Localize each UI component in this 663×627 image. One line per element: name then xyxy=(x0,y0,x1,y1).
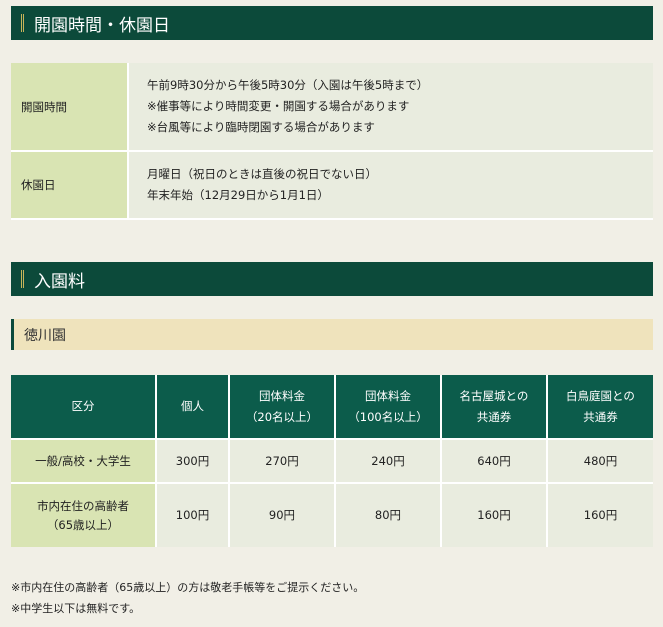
row-value: 月曜日（祝日のときは直後の祝日でない日） 年末年始（12月29日から1月1日） xyxy=(128,151,653,220)
fee-cell: 160円 xyxy=(441,482,548,547)
note-line: ※市内在住の高齢者（65歳以上）の方は敬老手帳等をご提示ください。 xyxy=(11,581,365,594)
section-heading-fees: 入園料 xyxy=(11,262,653,296)
column-header: 区分 xyxy=(11,375,157,439)
row-label: 開園時間 xyxy=(11,63,129,152)
section-title: 開園時間・休園日 xyxy=(34,15,170,36)
row-value: 午前9時30分から午後5時30分（入園は午後5時まで） ※催事等により時間変更・… xyxy=(128,63,653,152)
subheading-accent-icon xyxy=(11,319,14,350)
value-line: 午前9時30分から午後5時30分（入園は午後5時まで） xyxy=(147,78,429,92)
column-header: 個人 xyxy=(156,375,230,439)
heading-accent-icon xyxy=(21,14,24,32)
fees-table: 区分 個人 団体料金 （20名以上） 団体料金 （100名以上） 名古屋城との 共通券… xyxy=(11,375,653,547)
garden-subheading: 徳川園 xyxy=(11,319,653,350)
hours-table: 開園時間 午前9時30分から午後5時30分（入園は午後5時まで） ※催事等により… xyxy=(11,63,653,220)
table-row: 休園日 月曜日（祝日のときは直後の祝日でない日） 年末年始（12月29日から1月… xyxy=(11,151,653,220)
section-title: 入園料 xyxy=(34,271,85,292)
value-line: 年末年始（12月29日から1月1日） xyxy=(147,188,329,202)
table-row: 一般/高校・大学生 300円 270円 240円 640円 480円 xyxy=(11,438,653,483)
fee-cell: 270円 xyxy=(229,438,336,483)
value-line: ※台風等により臨時閉園する場合があります xyxy=(147,120,375,134)
fee-cell: 300円 xyxy=(156,438,230,483)
fee-cell: 100円 xyxy=(156,482,230,547)
note-line: ※中学生以下は無料です。 xyxy=(11,602,141,615)
value-line: ※催事等により時間変更・開園する場合があります xyxy=(147,99,410,113)
fee-cell: 640円 xyxy=(441,438,548,483)
fee-notes: ※市内在住の高齢者（65歳以上）の方は敬老手帳等をご提示ください。 ※中学生以下… xyxy=(11,577,364,619)
fee-cell: 480円 xyxy=(547,438,653,483)
category-cell: 市内在住の高齢者 （65歳以上） xyxy=(11,482,157,547)
fee-cell: 240円 xyxy=(335,438,442,483)
column-header: 団体料金 （20名以上） xyxy=(229,375,336,439)
header-row: 区分 個人 団体料金 （20名以上） 団体料金 （100名以上） 名古屋城との 共通券… xyxy=(11,375,653,439)
heading-accent-icon xyxy=(21,270,24,288)
garden-name: 徳川園 xyxy=(24,327,66,344)
row-label: 休園日 xyxy=(11,151,129,220)
table-row: 開園時間 午前9時30分から午後5時30分（入園は午後5時まで） ※催事等により… xyxy=(11,63,653,152)
fee-cell: 160円 xyxy=(547,482,653,547)
table-row: 市内在住の高齢者 （65歳以上） 100円 90円 80円 160円 160円 xyxy=(11,482,653,547)
column-header: 名古屋城との 共通券 xyxy=(441,375,548,439)
column-header: 白鳥庭園との 共通券 xyxy=(547,375,653,439)
fee-cell: 80円 xyxy=(335,482,442,547)
fee-cell: 90円 xyxy=(229,482,336,547)
value-line: 月曜日（祝日のときは直後の祝日でない日） xyxy=(147,167,377,181)
section-heading-hours: 開園時間・休園日 xyxy=(11,6,653,40)
column-header: 団体料金 （100名以上） xyxy=(335,375,442,439)
category-cell: 一般/高校・大学生 xyxy=(11,438,157,483)
